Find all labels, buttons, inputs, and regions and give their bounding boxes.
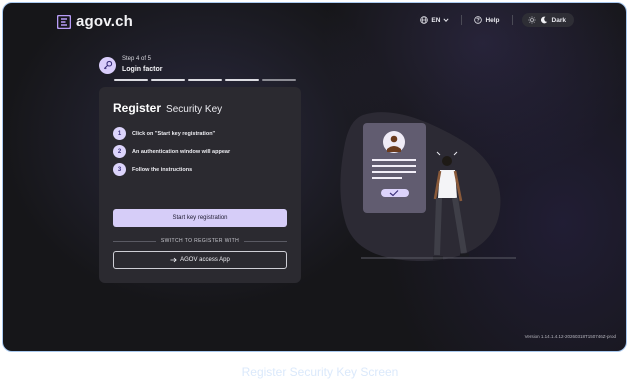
registration-card: Register Security Key 1 Click on "Start …: [99, 87, 301, 283]
card-heading: Register Security Key: [113, 101, 222, 115]
step-texts: Step 4 of 5 Login factor: [122, 55, 162, 75]
instruction-item: 2 An authentication window will appear: [113, 145, 230, 158]
progress-segment: [262, 79, 296, 81]
instruction-item: 1 Click on "Start key registration": [113, 127, 215, 140]
divider-line: [113, 240, 156, 242]
progress-bar: [114, 79, 296, 81]
language-label: EN: [431, 16, 441, 24]
chevron-down-icon: [443, 18, 450, 22]
step-indicator: Step 4 of 5 Login factor: [99, 55, 162, 75]
top-navigation: EN Help Dark: [417, 13, 574, 27]
arrow-right-icon: [170, 257, 177, 263]
version-info: Version 1.14.1.4.12-20260318T150746Z-pro…: [524, 334, 616, 339]
instruction-number: 1: [113, 127, 126, 140]
divider-label: SWITCH TO REGISTER WITH: [160, 238, 240, 244]
instruction-text: Follow the instructions: [132, 166, 193, 173]
help-button[interactable]: Help: [471, 13, 502, 27]
theme-toggle[interactable]: Dark: [521, 13, 574, 27]
step-badge: [99, 56, 116, 74]
help-icon: [474, 16, 483, 24]
step-title: Login factor: [122, 66, 163, 73]
screen-caption: Register Security Key Screen: [241, 365, 399, 379]
nav-divider: [461, 15, 463, 25]
progress-segment: [225, 79, 259, 81]
start-key-registration-button[interactable]: Start key registration: [113, 209, 287, 227]
globe-icon: [420, 16, 429, 24]
sun-icon: [527, 16, 536, 24]
card-subtitle: Security Key: [166, 104, 223, 115]
agov-access-app-button[interactable]: AGOV access App: [113, 251, 287, 269]
identity-illustration: [340, 112, 516, 261]
secondary-button-label: AGOV access App: [180, 257, 230, 263]
switch-divider: SWITCH TO REGISTER WITH: [113, 238, 287, 244]
instruction-text: Click on "Start key registration": [132, 130, 216, 137]
card-title: Register: [113, 101, 162, 115]
progress-segment: [114, 79, 148, 81]
theme-label: Dark: [551, 16, 566, 24]
app-window: agov.ch EN Help Dark Step 4 of 5 Login f…: [2, 2, 627, 352]
progress-segment: [188, 79, 222, 81]
agov-logo-icon: [57, 14, 71, 29]
key-icon: [103, 60, 112, 70]
instruction-item: 3 Follow the instructions: [113, 163, 192, 176]
agov-logo[interactable]: agov.ch: [57, 13, 133, 30]
progress-segment: [151, 79, 185, 81]
instruction-number: 3: [113, 163, 126, 176]
logo-text: agov.ch: [76, 13, 133, 30]
step-count: Step 4 of 5: [122, 56, 152, 62]
help-label: Help: [485, 16, 500, 24]
instruction-text: An authentication window will appear: [132, 148, 231, 155]
instruction-number: 2: [113, 145, 126, 158]
divider-line: [244, 240, 287, 242]
language-selector[interactable]: EN: [417, 13, 452, 27]
nav-divider: [511, 15, 513, 25]
moon-icon: [540, 16, 547, 24]
